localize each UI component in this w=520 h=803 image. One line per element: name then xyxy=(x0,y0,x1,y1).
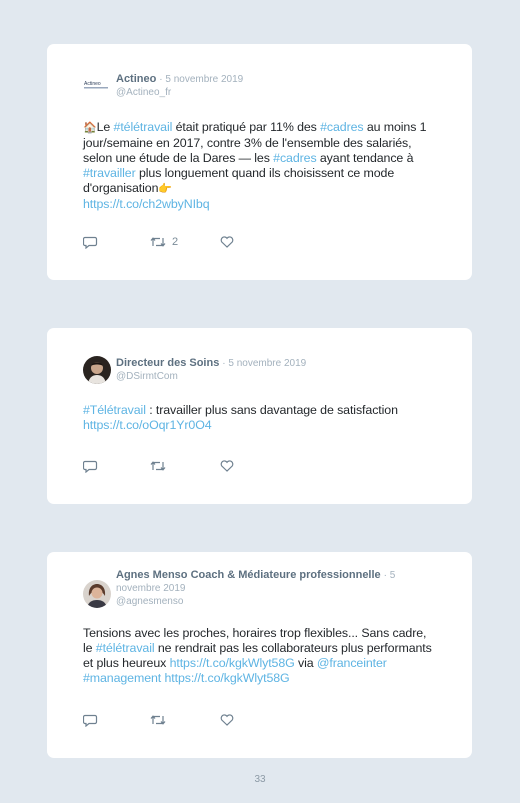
author-handle[interactable]: @agnesmenso xyxy=(116,595,416,608)
hashtag-link[interactable]: #cadres xyxy=(320,120,363,134)
url-link[interactable]: https://t.co/oOqr1Yr0O4 xyxy=(83,418,212,432)
url-link[interactable]: https://t.co/kgkWlyt58G xyxy=(164,671,289,685)
reply-icon xyxy=(83,236,98,249)
tweet-text: #Télétravail : travailler plus sans dava… xyxy=(83,403,434,433)
profile-photo-icon xyxy=(83,356,111,384)
heart-icon xyxy=(220,236,234,248)
tweet-text-segment: était pratiqué par 11% des xyxy=(172,120,321,134)
tweet-text-segment: via xyxy=(294,656,317,670)
page-number: 33 xyxy=(254,774,266,785)
reply-icon xyxy=(83,714,98,727)
tweet-actions: 2 xyxy=(83,236,283,252)
retweet-button[interactable]: 2 xyxy=(150,236,178,248)
retweet-count: 2 xyxy=(172,236,179,248)
author-name[interactable]: Actineo xyxy=(116,73,156,85)
tweet-date[interactable]: 5 novembre 2019 xyxy=(165,74,243,85)
tweet-text-segment: Le xyxy=(96,120,114,134)
retweet-button[interactable] xyxy=(150,460,166,472)
reply-button[interactable] xyxy=(83,236,98,249)
emoji-glyph: 👉 xyxy=(158,183,172,195)
retweet-icon xyxy=(150,715,166,725)
reply-button[interactable] xyxy=(83,460,98,473)
author-handle[interactable]: @Actineo_fr xyxy=(116,86,416,99)
heart-icon xyxy=(220,460,234,472)
hashtag-link[interactable]: #Télétravail xyxy=(83,403,146,417)
author-handle[interactable]: @DSirmtCom xyxy=(116,370,416,383)
tweet-card: Directeur des Soins · 5 novembre 2019 @D… xyxy=(47,328,472,504)
reply-button[interactable] xyxy=(83,714,98,727)
tweet-header: Directeur des Soins · 5 novembre 2019 @D… xyxy=(116,357,416,383)
emoji-glyph: 🏠 xyxy=(83,122,97,134)
tweet-actions xyxy=(83,714,283,730)
reply-icon xyxy=(83,460,98,473)
url-link[interactable]: https://t.co/kgkWlyt58G xyxy=(170,656,295,670)
tweet-header: Agnes Menso Coach & Médiateure professio… xyxy=(116,569,416,608)
tweet-card: Agnes Menso Coach & Médiateure professio… xyxy=(47,552,472,758)
retweet-button[interactable] xyxy=(150,714,166,726)
svg-text:Actineo: Actineo xyxy=(84,81,101,87)
like-button[interactable] xyxy=(220,460,234,472)
tweet-text-segment: ayant tendance à xyxy=(316,151,414,165)
url-link[interactable]: https://t.co/ch2wbyNIbq xyxy=(83,197,210,211)
tweet-header: Actineo · 5 novembre 2019 @Actineo_fr xyxy=(116,73,416,99)
tweet-text-segment: : travailler plus sans davantage de sati… xyxy=(145,403,398,417)
hashtag-link[interactable]: #management xyxy=(83,671,161,685)
hashtag-link[interactable]: @franceinter xyxy=(317,656,387,670)
hashtag-link[interactable]: #télétravail xyxy=(114,120,173,134)
hashtag-link[interactable]: #cadres xyxy=(273,151,316,165)
tweet-actions xyxy=(83,460,283,476)
heart-icon xyxy=(220,714,234,726)
like-button[interactable] xyxy=(220,714,234,726)
author-name[interactable]: Agnes Menso Coach & Médiateure professio… xyxy=(116,569,381,581)
actineo-logo-icon: Actineo xyxy=(83,77,109,91)
like-button[interactable] xyxy=(220,236,234,248)
profile-photo-icon xyxy=(83,580,111,608)
retweet-icon xyxy=(150,237,166,247)
retweet-icon xyxy=(150,461,166,471)
avatar[interactable] xyxy=(83,356,111,384)
avatar[interactable]: Actineo xyxy=(83,77,109,91)
hashtag-link[interactable]: #travailler xyxy=(83,166,136,180)
author-name[interactable]: Directeur des Soins xyxy=(116,357,219,369)
tweet-date[interactable]: 5 novembre 2019 xyxy=(228,358,306,369)
avatar[interactable] xyxy=(83,580,111,608)
tweet-card: Actineo Actineo · 5 novembre 2019 @Actin… xyxy=(47,44,472,280)
tweet-text: Tensions avec les proches, horaires trop… xyxy=(83,626,434,686)
hashtag-link[interactable]: #télétravail xyxy=(96,641,155,655)
tweet-text: 🏠Le #télétravail était pratiqué par 11% … xyxy=(83,120,434,212)
